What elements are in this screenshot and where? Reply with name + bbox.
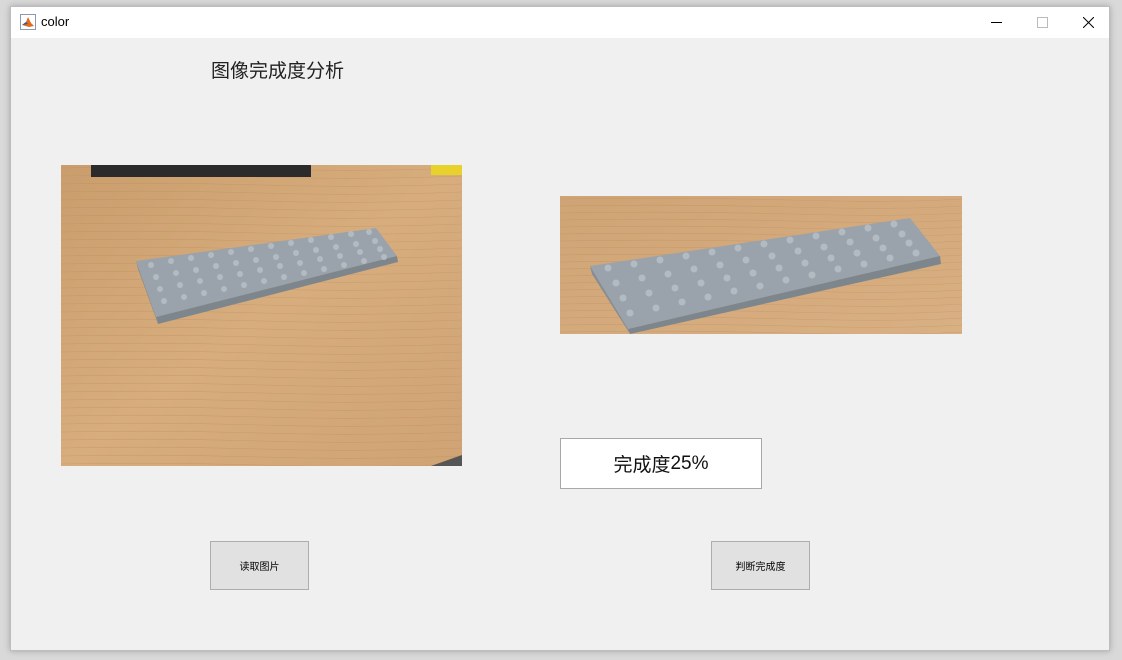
completion-value: 25% (670, 452, 709, 474)
minimize-icon (990, 22, 1002, 23)
completion-label: 完成度 (613, 454, 671, 476)
window-title: color (41, 14, 70, 29)
app-window: color 图像完成度分析 完成度 25% 读取图片 判断完成度 (10, 6, 1110, 651)
close-button[interactable] (1065, 7, 1111, 38)
original-image (61, 165, 462, 466)
matlab-icon (20, 14, 36, 30)
close-icon (1082, 17, 1094, 28)
figure-client-area: 图像完成度分析 完成度 25% 读取图片 判断完成度 (11, 38, 1109, 651)
minimize-button[interactable] (973, 7, 1019, 38)
processed-image-axes (560, 196, 962, 334)
title-bar[interactable]: color (11, 7, 1109, 38)
completion-result-box: 完成度 25% (560, 438, 762, 489)
read-image-button[interactable]: 读取图片 (210, 541, 309, 590)
page-title: 图像完成度分析 (211, 60, 345, 82)
original-image-axes (61, 165, 462, 466)
maximize-icon (1036, 17, 1048, 28)
judge-completion-button[interactable]: 判断完成度 (711, 541, 810, 590)
processed-image (560, 196, 962, 334)
maximize-button[interactable] (1019, 7, 1065, 38)
